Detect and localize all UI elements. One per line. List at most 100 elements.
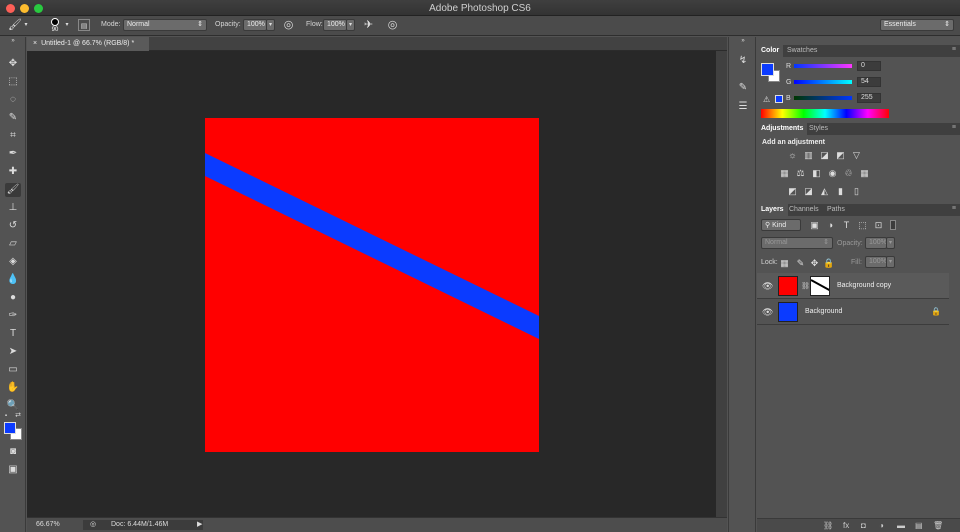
brush-tool-icon[interactable]: 🖌 (8, 19, 22, 32)
filter-type-icon[interactable]: T (841, 220, 852, 230)
layer-thumbnail[interactable] (778, 276, 798, 296)
tab-swatches[interactable]: Swatches (783, 45, 821, 57)
panel-menu-icon[interactable]: ≡ (952, 205, 956, 212)
quick-mask-icon[interactable]: ◙ (5, 445, 21, 459)
g-slider[interactable] (794, 80, 852, 84)
brush-panel-icon[interactable]: ✎ (736, 81, 750, 95)
visibility-eye-icon[interactable]: 👁 (762, 281, 773, 292)
status-menu-arrow-icon[interactable]: ▶ (197, 520, 202, 528)
lock-pixels-icon[interactable]: ✎ (795, 258, 806, 268)
posterize-icon[interactable]: ◪ (803, 186, 814, 196)
tab-paths[interactable]: Paths (823, 204, 849, 216)
gamut-warning-icon[interactable]: ⚠ (763, 95, 770, 104)
crop-tool-icon[interactable]: ⌗ (5, 129, 21, 143)
brush-panel-toggle-icon[interactable]: ▤ (78, 19, 90, 31)
collapse-icon[interactable]: » (5, 37, 21, 45)
document-tab[interactable]: × Untitled-1 @ 66.7% (RGB/8) * (27, 37, 149, 51)
pressure-size-icon[interactable]: ◎ (386, 19, 399, 32)
workspace-select[interactable]: Essentials ⇕ (880, 19, 954, 31)
vibrance-icon[interactable]: ▽ (851, 150, 862, 160)
tab-color[interactable]: Color (757, 45, 784, 57)
brush-presets-icon[interactable]: ☰ (736, 100, 750, 114)
brush-picker-arrow[interactable]: ▾ (64, 19, 70, 32)
layer-kind-filter[interactable]: ⚲ Kind (761, 219, 801, 231)
history-panel-icon[interactable]: ↯ (736, 54, 750, 68)
layer-thumbnail[interactable] (778, 302, 798, 322)
delete-layer-icon[interactable]: 🗑 (933, 521, 943, 530)
new-adjustment-icon[interactable]: ◑ (879, 521, 884, 530)
lock-icon[interactable]: 🔒 (931, 307, 941, 316)
swap-colors-icon[interactable]: ⇄ (14, 409, 22, 423)
blur-tool-icon[interactable]: 💧 (5, 273, 21, 287)
color-foreground-swatch[interactable] (761, 63, 774, 76)
foreground-color-swatch[interactable] (4, 422, 16, 434)
eraser-tool-icon[interactable]: ▱ (5, 237, 21, 251)
tab-layers[interactable]: Layers (757, 204, 788, 216)
visibility-eye-icon[interactable]: 👁 (762, 307, 773, 318)
exposure-icon[interactable]: ◩ (835, 150, 846, 160)
fill-dropdown[interactable]: ▾ (886, 256, 895, 268)
color-lookup-icon[interactable]: ▦ (859, 168, 870, 178)
filter-shape-icon[interactable]: ⬚ (857, 220, 868, 230)
r-slider[interactable] (794, 64, 852, 68)
canvas[interactable] (205, 118, 539, 452)
mode-select[interactable]: Normal ⇕ (123, 19, 207, 31)
new-group-icon[interactable]: ▬ (897, 521, 905, 530)
lock-all-icon[interactable]: 🔒 (823, 258, 834, 268)
flow-input[interactable]: 100% (323, 19, 347, 31)
layer-opacity-dropdown[interactable]: ▾ (886, 237, 895, 249)
black-white-icon[interactable]: ◧ (811, 168, 822, 178)
hand-tool-icon[interactable]: ✋ (5, 381, 21, 395)
tab-channels[interactable]: Channels (785, 204, 823, 216)
panel-menu-icon[interactable]: ≡ (952, 46, 956, 53)
close-icon[interactable]: × (33, 40, 37, 47)
layer-opacity-input[interactable]: 100% (865, 237, 887, 249)
healing-brush-tool-icon[interactable]: ✚ (5, 165, 21, 179)
rectangle-tool-icon[interactable]: ▭ (5, 363, 21, 377)
flow-dropdown[interactable]: ▾ (346, 19, 355, 31)
move-tool-icon[interactable]: ✥ (5, 57, 21, 71)
color-spectrum-bar[interactable] (761, 109, 889, 118)
filter-pixel-icon[interactable]: ▣ (809, 220, 820, 230)
opacity-dropdown[interactable]: ▾ (266, 19, 275, 31)
filter-smart-object-icon[interactable]: ⊡ (873, 220, 884, 230)
closest-web-color-swatch[interactable] (775, 95, 783, 103)
clone-stamp-tool-icon[interactable]: ⊥ (5, 201, 21, 215)
marquee-tool-icon[interactable]: ⬚ (5, 75, 21, 89)
zoom-level[interactable]: 66.67% (36, 521, 60, 528)
fx-icon[interactable]: fx (843, 521, 849, 530)
b-slider[interactable] (794, 96, 852, 100)
link-layers-icon[interactable]: ⛓ (823, 521, 833, 530)
paint-bucket-tool-icon[interactable]: ◈ (5, 255, 21, 269)
levels-icon[interactable]: ▥ (803, 150, 814, 160)
pressure-opacity-icon[interactable]: ◎ (282, 19, 295, 32)
doc-info[interactable]: ◎ Doc: 6.44M/1.46M (83, 520, 203, 530)
curves-icon[interactable]: ◪ (819, 150, 830, 160)
r-value[interactable]: 0 (857, 61, 881, 71)
filter-adjustment-icon[interactable]: ◑ (825, 220, 836, 230)
fill-input[interactable]: 100% (865, 256, 887, 268)
history-brush-tool-icon[interactable]: ↺ (5, 219, 21, 233)
new-layer-icon[interactable]: ▤ (915, 521, 923, 530)
layer-mask-thumbnail[interactable] (810, 276, 830, 296)
airbrush-icon[interactable]: ✈ (362, 19, 375, 32)
brush-tool-icon[interactable]: 🖌 (5, 183, 21, 197)
pen-tool-icon[interactable]: ✑ (5, 309, 21, 323)
invert-icon[interactable]: ◩ (787, 186, 798, 196)
layer-row[interactable]: 👁 Background 🔒 (757, 299, 949, 325)
gradient-map-icon[interactable]: ▮ (835, 186, 846, 196)
expand-panels-icon[interactable]: » (736, 37, 750, 45)
dodge-tool-icon[interactable]: ● (5, 291, 21, 305)
tab-adjustments[interactable]: Adjustments (757, 123, 808, 135)
lasso-tool-icon[interactable]: ◌ (5, 93, 21, 107)
mask-link-icon[interactable]: ⛓ (801, 282, 810, 290)
path-selection-tool-icon[interactable]: ➤ (5, 345, 21, 359)
add-mask-icon[interactable]: ◘ (861, 521, 866, 530)
default-colors-icon[interactable]: ▪ (2, 409, 10, 423)
tab-styles[interactable]: Styles (805, 123, 832, 135)
color-balance-icon[interactable]: ⚖ (795, 168, 806, 178)
eyedropper-tool-icon[interactable]: ✒ (5, 147, 21, 161)
layer-name[interactable]: Background copy (837, 282, 891, 289)
hue-saturation-icon[interactable]: ▦ (779, 168, 790, 178)
g-value[interactable]: 54 (857, 77, 881, 87)
